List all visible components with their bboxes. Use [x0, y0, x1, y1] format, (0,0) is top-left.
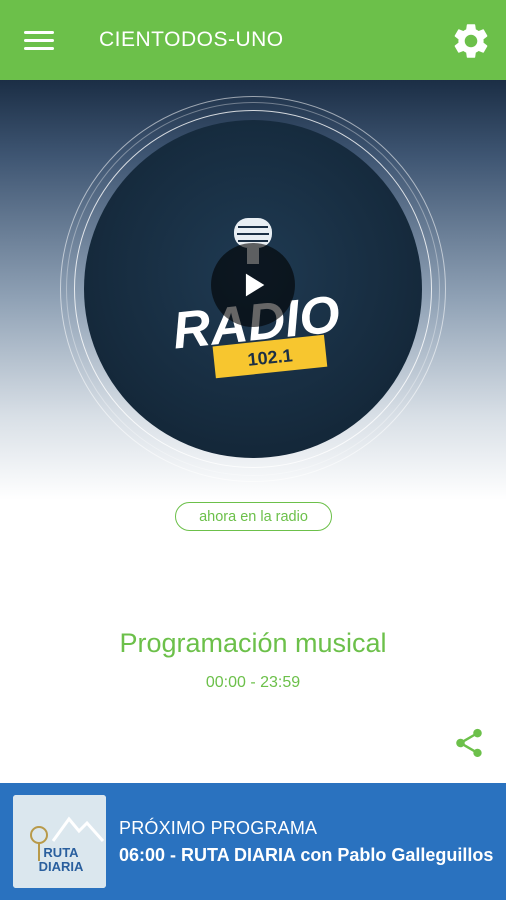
play-icon [245, 273, 265, 297]
next-program-thumbnail: RUTA DIARIA [13, 795, 106, 888]
play-button[interactable] [211, 243, 295, 327]
app-bar: CIENTODOS-UNO [0, 0, 506, 80]
thumbnail-text-ruta: RUTA [43, 845, 79, 860]
next-program-bar[interactable]: RUTA DIARIA PRÓXIMO PROGRAMA 06:00 - RUT… [0, 783, 506, 900]
thumbnail-text-diaria: DIARIA [39, 859, 84, 874]
program-time: 00:00 - 23:59 [205, 674, 301, 691]
next-program-label: PRÓXIMO PROGRAMA [119, 818, 318, 838]
app-title: CIENTODOS-UNO [99, 28, 284, 51]
program-title: Programación musical [119, 628, 387, 658]
next-program-show: 06:00 - RUTA DIARIA con Pablo Galleguill… [119, 845, 494, 865]
hamburger-menu-icon[interactable] [22, 26, 58, 54]
now-playing-badge: ahora en la radio [175, 502, 332, 531]
gear-icon[interactable] [450, 20, 492, 62]
share-icon[interactable] [452, 726, 486, 760]
